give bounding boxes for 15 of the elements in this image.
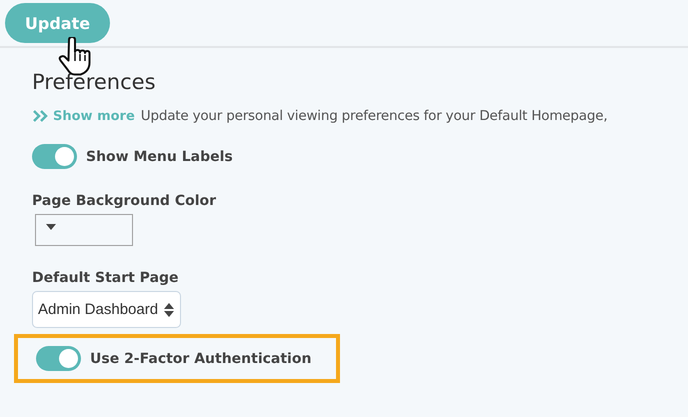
section-description: Update your personal viewing preferences for your Default Homepage, bbox=[140, 108, 608, 124]
color-picker[interactable] bbox=[35, 214, 133, 246]
toggle-switch[interactable] bbox=[32, 144, 77, 169]
field-label: Default Start Page bbox=[32, 270, 180, 286]
toggle-switch[interactable] bbox=[36, 346, 81, 371]
sort-arrows-icon bbox=[164, 302, 174, 316]
update-button[interactable]: Update bbox=[5, 3, 110, 43]
toggle-label: Show Menu Labels bbox=[86, 148, 233, 164]
double-chevron-icon bbox=[32, 109, 50, 123]
show-more-link[interactable]: Show more bbox=[32, 108, 135, 124]
dropdown-arrow-icon bbox=[46, 224, 56, 230]
field-label: Page Background Color bbox=[32, 193, 218, 209]
toggle-label: Use 2-Factor Authentication bbox=[90, 350, 312, 366]
section-title: Preferences bbox=[32, 70, 157, 94]
start-page-select[interactable]: Admin Dashboard bbox=[32, 291, 182, 328]
